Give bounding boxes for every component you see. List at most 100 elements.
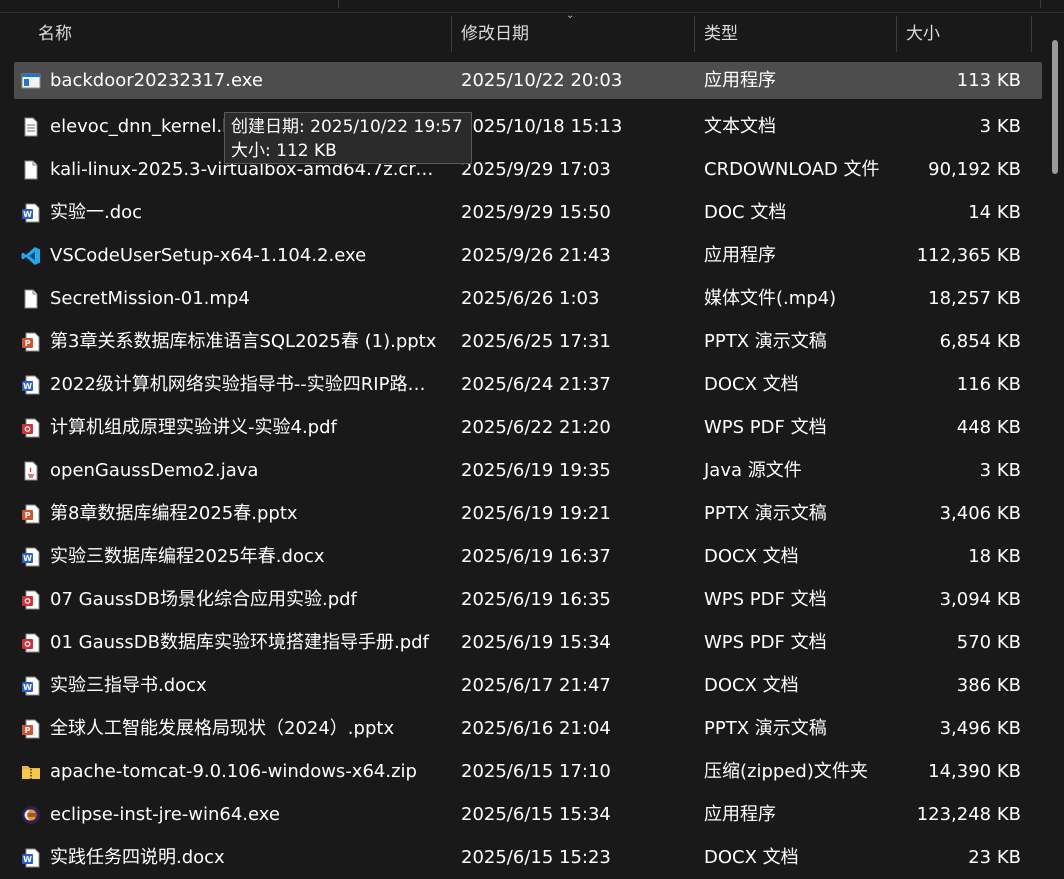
svg-text:W: W [23,855,32,864]
top-border [0,12,1064,13]
file-row[interactable]: W 实践任务四说明.docx 2025/6/15 15:23 DOCX 文档 23 KB [14,836,1042,879]
file-size: 14,390 KB [928,761,1021,782]
file-row[interactable]: W 2022级计算机网络实验指导书--实验四RIP路由协议.docx 2025/6/… [14,363,1042,406]
file-row[interactable]: SecretMission-01.mp4 2025/6/26 1:03 媒体文件(.… [14,277,1042,320]
column-header-date[interactable]: 修改日期 [461,14,529,54]
file-row[interactable]: W 实验三数据库编程2025年春.docx 2025/6/19 16:37 DOCX … [14,535,1042,578]
vscode-icon [21,246,41,266]
vertical-scrollbar[interactable] [1052,40,1058,174]
file-row[interactable]: elevoc_dnn_kernel.log 2025/10/18 15:13 文本文… [14,105,1042,148]
file-row[interactable]: eclipse-inst-jre-win64.exe 2025/6/15 15:3… [14,793,1042,836]
file-type: PPTX 演示文稿 [704,503,827,524]
file-row[interactable]: W 实验一.doc 2025/9/29 15:50 DOC 文档 14 KB [14,191,1042,234]
file-date-modified: 2025/6/19 15:34 [461,632,611,653]
word-doc-icon: W [21,203,41,223]
file-name: 实验三数据库编程2025年春.docx [50,546,325,567]
file-type: CRDOWNLOAD 文件 [704,159,880,180]
column-header-type[interactable]: 类型 [704,14,738,54]
svg-text:W: W [23,382,32,391]
file-type: DOCX 文档 [704,847,799,868]
file-row[interactable]: 01 GaussDB数据库实验环境搭建指导手册.pdf 2025/6/19 15:… [14,621,1042,664]
file-date-modified: 2025/9/29 15:50 [461,202,611,223]
file-list: backdoor20232317.exe 2025/10/22 20:03 应用程序… [14,62,1042,879]
file-row[interactable]: P 第8章数据库编程2025春.pptx 2025/6/19 19:21 PPTX 演… [14,492,1042,535]
column-divider[interactable] [896,16,897,52]
sort-descending-icon: ⌄ [566,10,575,21]
ppt-icon: P [21,504,41,524]
file-type: DOCX 文档 [704,546,799,567]
exe-window-icon [21,71,41,91]
file-name: 实践任务四说明.docx [50,847,225,868]
file-date-modified: 2025/10/22 20:03 [461,70,623,91]
file-name: SecretMission-01.mp4 [50,288,250,309]
file-type: 应用程序 [704,804,776,825]
column-divider[interactable] [1031,16,1032,52]
file-row[interactable]: openGaussDemo2.java 2025/6/19 19:35 Java 源… [14,449,1042,492]
word-doc-icon: W [21,848,41,868]
file-size: 113 KB [956,70,1021,91]
file-row[interactable]: apache-tomcat-9.0.106-windows-x64.zip 202… [14,750,1042,793]
column-divider[interactable] [451,16,452,52]
file-type: 文本文档 [704,116,776,137]
file-type: 应用程序 [704,70,776,91]
pdf-icon [21,418,41,438]
file-date-modified: 2025/6/19 16:37 [461,546,611,567]
file-date-modified: 2025/6/17 21:47 [461,675,611,696]
file-row[interactable]: W 实验三指导书.docx 2025/6/17 21:47 DOCX 文档 386 KB [14,664,1042,707]
file-date-modified: 2025/6/16 21:04 [461,718,611,739]
file-type: DOCX 文档 [704,374,799,395]
file-type: DOC 文档 [704,202,787,223]
file-size: 112,365 KB [916,245,1021,266]
column-header-size[interactable]: 大小 [906,14,940,54]
svg-text:W: W [23,210,32,219]
pdf-icon [21,590,41,610]
file-row[interactable]: 07 GaussDB场景化综合应用实验.pdf 2025/6/19 16:35 WP… [14,578,1042,621]
ppt-icon: P [21,332,41,352]
svg-text:P: P [25,726,31,735]
java-icon [21,461,41,481]
pdf-icon [21,633,41,653]
file-name: 计算机组成原理实验讲义-实验4.pdf [50,417,337,438]
file-name: apache-tomcat-9.0.106-windows-x64.zip [50,761,417,782]
file-row[interactable]: 计算机组成原理实验讲义-实验4.pdf 2025/6/22 21:20 WPS PD… [14,406,1042,449]
file-size: 14 KB [968,202,1021,223]
file-row[interactable]: kali-linux-2025.3-virtualbox-amd64.7z.cr… [14,148,1042,191]
file-date-modified: 2025/6/19 16:35 [461,589,611,610]
file-type: Java 源文件 [704,460,802,481]
file-date-modified: 2025/6/15 15:23 [461,847,611,868]
file-size: 570 KB [956,632,1021,653]
generic-file-icon [21,289,41,309]
column-header-name[interactable]: 名称 [38,14,72,54]
file-row[interactable]: P 全球人工智能发展格局现状（2024）.pptx 2025/6/16 21:04 P… [14,707,1042,750]
svg-text:W: W [23,683,32,692]
file-type: PPTX 演示文稿 [704,718,827,739]
file-size: 90,192 KB [928,159,1021,180]
file-row[interactable]: P 第3章关系数据库标准语言SQL2025春 (1).pptx 2025/6/25 … [14,320,1042,363]
ppt-icon: P [21,719,41,739]
file-name: eclipse-inst-jre-win64.exe [50,804,280,825]
file-row[interactable]: backdoor20232317.exe 2025/10/22 20:03 应用程序… [14,62,1042,99]
file-type: WPS PDF 文档 [704,589,827,610]
file-size: 3,496 KB [939,718,1021,739]
file-name: 07 GaussDB场景化综合应用实验.pdf [50,589,357,610]
file-date-modified: 2025/9/26 21:43 [461,245,611,266]
file-name: 第8章数据库编程2025春.pptx [50,503,298,524]
word-doc-icon: W [21,547,41,567]
file-size: 116 KB [956,374,1021,395]
file-size: 123,248 KB [916,804,1021,825]
file-type: 应用程序 [704,245,776,266]
file-name: 第3章关系数据库标准语言SQL2025春 (1).pptx [50,331,437,352]
file-size: 448 KB [956,417,1021,438]
svg-text:W: W [23,554,32,563]
file-size: 386 KB [956,675,1021,696]
text-file-icon [21,117,41,137]
file-name: 01 GaussDB数据库实验环境搭建指导手册.pdf [50,632,429,653]
file-type: PPTX 演示文稿 [704,331,827,352]
file-size: 3,094 KB [939,589,1021,610]
file-row[interactable]: VSCodeUserSetup-x64-1.104.2.exe 2025/9/26… [14,234,1042,277]
file-date-modified: 2025/6/26 1:03 [461,288,600,309]
top-separator [338,0,339,8]
file-name: VSCodeUserSetup-x64-1.104.2.exe [50,245,367,266]
file-type: 媒体文件(.mp4) [704,288,837,309]
column-divider[interactable] [694,16,695,52]
